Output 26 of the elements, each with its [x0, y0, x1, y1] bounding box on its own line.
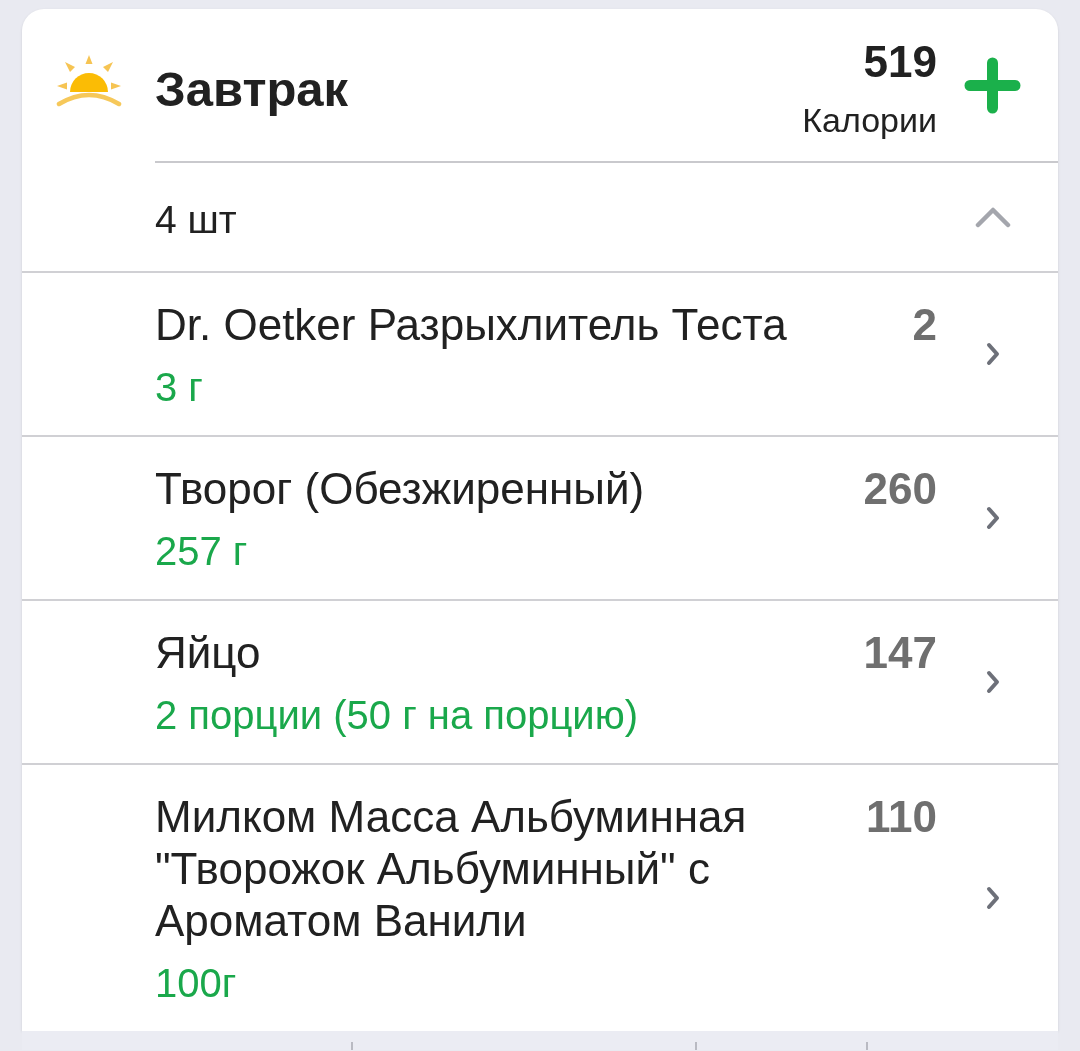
food-calories: 2: [912, 299, 937, 351]
food-amount: 3 г: [155, 365, 204, 409]
food-amount: 100г: [155, 961, 238, 1005]
food-list-item[interactable]: Милком Масса Альбуминная "Творожок Альбуминный" с Ароматом Ванили 100г 110: [22, 765, 1058, 1031]
chevron-right-icon[interactable]: [985, 342, 1000, 366]
meal-title: Завтрак: [155, 61, 349, 118]
food-calories: 110: [866, 791, 937, 843]
item-count: 4 шт: [155, 197, 238, 243]
food-list-item[interactable]: Dr. Oetker Разрыхлитель Теста 3 г 2: [22, 273, 1058, 437]
food-calories: 147: [863, 627, 937, 679]
food-list-item[interactable]: Творог (Обезжиренный) 257 г 260: [22, 437, 1058, 601]
chevron-right-icon[interactable]: [985, 886, 1000, 910]
food-amount: 257 г: [155, 529, 249, 573]
food-name: Dr. Oetker Разрыхлитель Теста: [155, 299, 788, 351]
food-list-item[interactable]: Яйцо 2 порции (50 г на порцию) 147: [22, 601, 1058, 765]
food-name: Творог (Обезжиренный): [155, 463, 646, 515]
calorie-label: Калории: [802, 100, 937, 141]
food-calories: 260: [863, 463, 937, 515]
sunrise-icon: [55, 53, 122, 109]
chevron-right-icon[interactable]: [985, 506, 1000, 530]
chevron-right-icon[interactable]: [985, 670, 1000, 694]
food-name: Милком Масса Альбуминная "Творожок Альбуминный" с Ароматом Ванили: [155, 791, 748, 947]
add-icon[interactable]: [964, 56, 1021, 114]
calorie-total: 519: [863, 37, 937, 87]
food-name: Яйцо: [155, 627, 262, 679]
food-amount: 2 порции (50 г на порцию): [155, 693, 640, 737]
